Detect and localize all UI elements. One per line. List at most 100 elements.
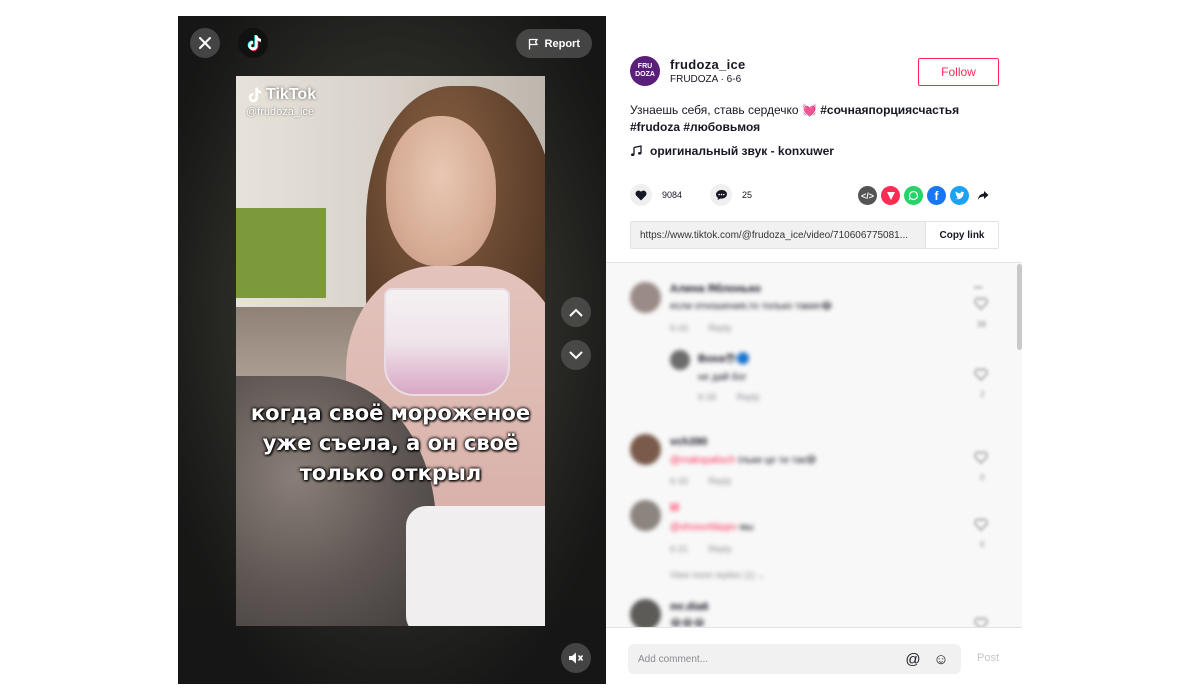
emoji-icon[interactable]: ☺ (931, 651, 951, 668)
video-pillow (406, 506, 545, 626)
comments-list[interactable]: Алина Яблонько если отношения,то только … (606, 263, 1022, 627)
comment-button[interactable] (710, 184, 733, 206)
commenter-avatar[interactable] (630, 282, 661, 313)
comment-like-count: 0 (980, 473, 985, 482)
author-info[interactable]: FRU DOZA frudoza_ice FRUDOZA · 6-6 (630, 56, 746, 86)
hashtag-link[interactable]: #сочнаяпорциясчастья (820, 103, 959, 117)
author-display-name: FRUDOZA (670, 74, 718, 85)
next-video-button[interactable] (561, 340, 591, 370)
video-link-url[interactable]: https://www.tiktok.com/@frudoza_ice/vide… (631, 230, 925, 241)
mute-toggle-button[interactable] (561, 643, 591, 673)
heart-outline-icon (974, 297, 988, 310)
author-subline: FRUDOZA · 6-6 (670, 74, 746, 85)
comment-like-count: 38 (977, 320, 986, 329)
tiktok-logo-button[interactable] (238, 28, 268, 58)
commenter-avatar[interactable] (630, 434, 661, 465)
copy-link-button[interactable]: Copy link (925, 222, 998, 248)
heart-outline-icon (974, 451, 988, 464)
comment-item: lil @shosorbkppv мы 6-21 Reply 0 View mo… (606, 488, 1016, 583)
send-icon (886, 191, 895, 200)
caption-line: когда своё мороженое (250, 401, 531, 425)
report-button[interactable]: Report (515, 29, 592, 58)
music-note-icon (631, 145, 642, 156)
view-more-replies[interactable]: View more replies (1) ⌄ (670, 570, 765, 581)
comment-like-button[interactable] (974, 617, 988, 627)
more-share-button[interactable] (973, 186, 992, 205)
author-avatar[interactable]: FRU DOZA (630, 56, 660, 86)
commenter-name[interactable]: lil (670, 502, 679, 514)
comment-date: 6-16 (670, 323, 689, 333)
commenter-name[interactable]: Воха😎🔵 (698, 352, 750, 365)
video-watermark: TikTok @frudoza_ice (246, 86, 316, 118)
close-button[interactable] (190, 28, 220, 58)
commenter-avatar[interactable] (630, 599, 661, 627)
engagement-stats: 9084 25 (630, 184, 752, 206)
caption-line: только открыл (299, 461, 482, 485)
commenter-avatar[interactable] (630, 500, 661, 531)
comment-date: 6-16 (670, 476, 689, 486)
reply-button[interactable]: Reply (709, 476, 732, 486)
more-options-icon[interactable]: ••• (974, 283, 982, 292)
mention-link[interactable]: @makspalisch (670, 455, 735, 466)
embed-button[interactable]: </> (858, 186, 877, 205)
video-frame[interactable]: TikTok @frudoza_ice когда своё мороженое… (236, 76, 545, 626)
previous-video-button[interactable] (561, 297, 591, 327)
embed-icon: </> (860, 190, 874, 201)
comment-date: 6-18 (698, 392, 717, 402)
comment-bubble-icon (715, 190, 727, 200)
heart-icon (635, 190, 647, 200)
video-player[interactable]: TikTok @frudoza_ice когда своё мороженое… (178, 16, 606, 684)
commenter-name[interactable]: Алина Яблонько (670, 283, 761, 295)
twitter-icon (955, 191, 965, 200)
twitter-share-button[interactable] (950, 186, 969, 205)
commenter-avatar[interactable] (670, 350, 690, 370)
commenter-name[interactable]: mr.dia6 (670, 601, 709, 613)
chevron-down-icon (569, 350, 583, 359)
comment-text: 😂😂😂 (670, 618, 706, 627)
reply-button[interactable]: Reply (737, 392, 760, 402)
comment-like-button[interactable] (974, 518, 988, 536)
like-button[interactable] (630, 184, 652, 206)
sound-label: оригинальный звук - konxuwer (650, 144, 834, 158)
comments-scrollbar[interactable] (1017, 264, 1022, 350)
mention-at-icon[interactable]: @ (903, 651, 923, 668)
comment-item: mr.dia6 😂😂😂 4 (606, 583, 1016, 627)
report-label: Report (544, 37, 580, 50)
video-subject-face (386, 116, 496, 266)
mention-link[interactable]: @shosorbkppv (670, 522, 737, 533)
comment-input[interactable]: Add comment... @ ☺ (628, 644, 961, 674)
comment-item: vch390 @makspalisch Ільки це ти так😅 6-1… (606, 418, 1016, 488)
hashtag-link[interactable]: #frudoza (630, 120, 680, 134)
comment-input-placeholder: Add comment... (638, 653, 709, 665)
chevron-down-icon: ⌄ (757, 570, 765, 580)
facebook-icon: f (934, 188, 939, 203)
whatsapp-icon (908, 190, 919, 201)
whatsapp-share-button[interactable] (904, 186, 923, 205)
facebook-share-button[interactable]: f (927, 186, 946, 205)
caption-line: уже съела, а он своё (262, 431, 519, 455)
close-icon (199, 37, 211, 49)
watermark-brand: TikTok (266, 86, 317, 103)
reply-button[interactable]: Reply (709, 544, 732, 554)
commenter-name[interactable]: vch390 (670, 436, 707, 448)
author-username[interactable]: frudoza_ice (670, 57, 746, 72)
comment-meta: 6-16 Reply (670, 476, 732, 486)
tiktok-note-icon (248, 87, 262, 103)
reply-button[interactable]: Reply (709, 323, 732, 333)
follow-button[interactable]: Follow (918, 58, 999, 86)
send-to-friends-button[interactable] (881, 186, 900, 205)
post-comment-button[interactable]: Post (977, 652, 999, 664)
sound-link[interactable]: оригинальный звук - konxuwer (630, 144, 834, 158)
comment-meta: 6-16 Reply (670, 323, 732, 333)
comment-like-button[interactable] (974, 297, 988, 315)
heart-outline-icon (974, 518, 988, 531)
heart-outline-icon (974, 368, 988, 381)
author-text: frudoza_ice FRUDOZA · 6-6 (670, 57, 746, 85)
comment-like-button[interactable] (974, 368, 988, 386)
comment-meta: 6-18 Reply (698, 392, 760, 402)
comment-composer: Add comment... @ ☺ Post (606, 627, 1022, 684)
comment-date: 6-21 (670, 544, 689, 554)
hashtag-link[interactable]: #любовьмоя (683, 120, 760, 134)
comment-like-button[interactable] (974, 451, 988, 469)
comment-like-count: 2 (980, 390, 985, 399)
